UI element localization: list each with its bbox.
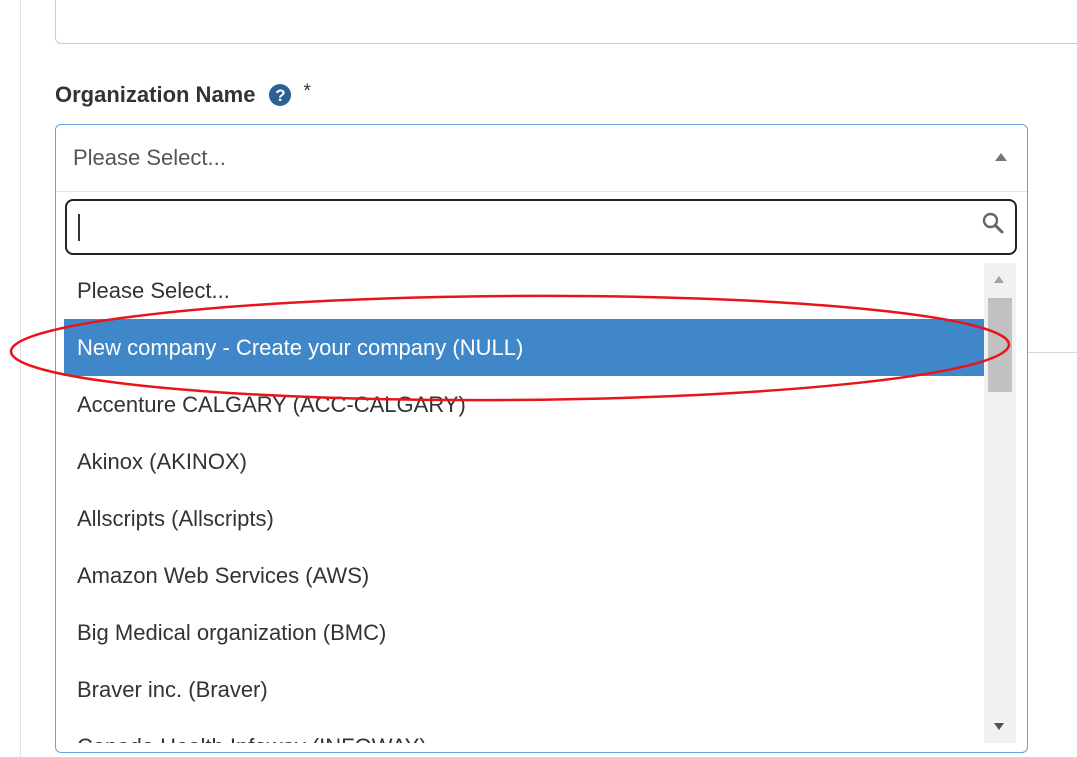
- option-amazon-web-services[interactable]: Amazon Web Services (AWS): [64, 547, 984, 604]
- option-allscripts[interactable]: Allscripts (Allscripts): [64, 490, 984, 547]
- option-canada-health-infoway[interactable]: Canada Health Infoway (INFOWAY): [64, 718, 984, 743]
- field-label-text: Organization Name: [55, 82, 256, 107]
- option-please-select[interactable]: Please Select...: [64, 263, 984, 319]
- search-icon: [982, 212, 1004, 234]
- page-left-border: [20, 0, 21, 757]
- options-scrollbar[interactable]: [984, 263, 1016, 743]
- search-input[interactable]: [75, 209, 969, 245]
- text-cursor: [78, 214, 80, 241]
- select-toggle[interactable]: Please Select...: [56, 125, 1027, 192]
- option-new-company[interactable]: New company - Create your company (NULL): [64, 319, 984, 376]
- options-list: Please Select... New company - Create yo…: [64, 263, 984, 743]
- scroll-up-arrow-icon[interactable]: [994, 276, 1004, 283]
- option-braver-inc[interactable]: Braver inc. (Braver): [64, 661, 984, 718]
- organization-name-label: Organization Name ? *: [55, 80, 311, 110]
- question-circle-icon[interactable]: ?: [269, 84, 292, 106]
- scrollbar-thumb[interactable]: [988, 298, 1012, 392]
- option-akinox[interactable]: Akinox (AKINOX): [64, 433, 984, 490]
- previous-form-field[interactable]: [55, 0, 1077, 44]
- option-accenture-calgary[interactable]: Accenture CALGARY (ACC-CALGARY): [64, 376, 984, 433]
- selected-value: Please Select...: [73, 145, 226, 170]
- search-field[interactable]: [65, 199, 1017, 255]
- option-big-medical-organization[interactable]: Big Medical organization (BMC): [64, 604, 984, 661]
- caret-up-icon: [995, 153, 1007, 161]
- scroll-down-arrow-icon[interactable]: [994, 723, 1004, 730]
- panel-divider: [1020, 352, 1077, 353]
- organization-select[interactable]: Please Select... Please Select... New co…: [55, 124, 1028, 753]
- required-marker: *: [303, 81, 311, 102]
